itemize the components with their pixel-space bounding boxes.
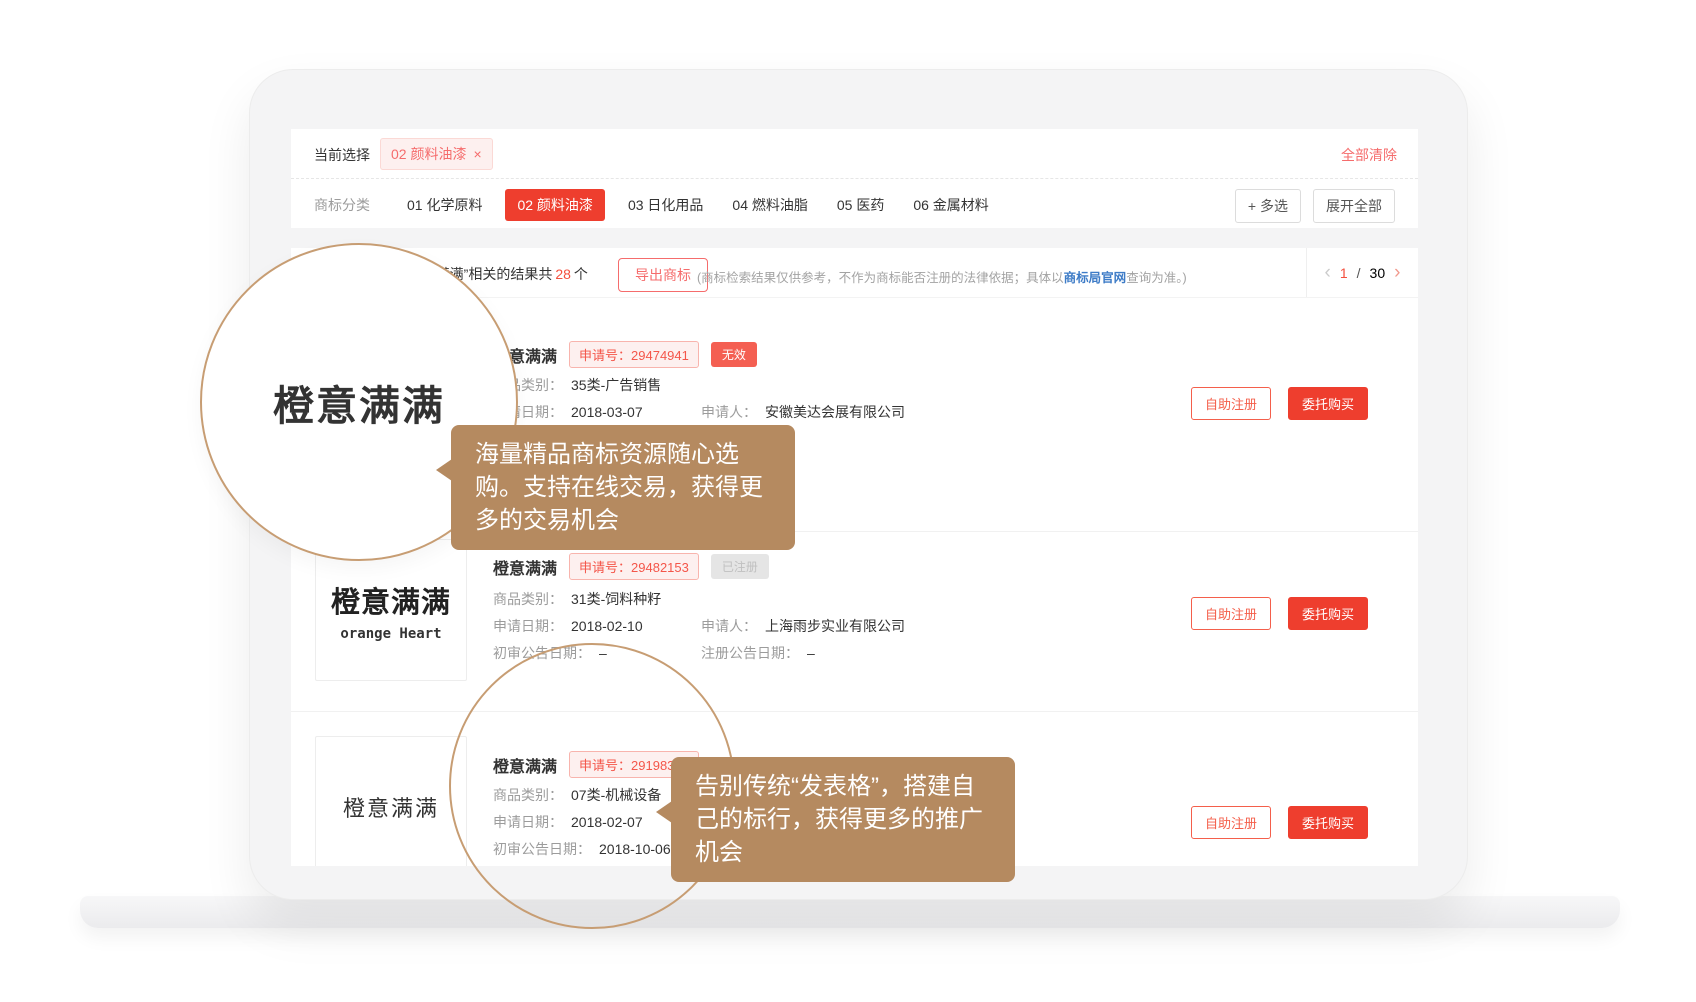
callout-arrow-icon <box>436 459 452 481</box>
logo-text: 橙意满满 <box>331 579 451 621</box>
disclaimer-suffix: 查询为准。) <box>1126 271 1186 285</box>
self-register-button[interactable]: 自助注册 <box>1191 387 1271 420</box>
export-button[interactable]: 导出商标 <box>618 258 708 292</box>
trademark-name: 橙意满满 <box>493 555 557 579</box>
field-value: 上海雨步实业有限公司 <box>765 618 905 634</box>
total-pages: 30 <box>1370 265 1386 281</box>
application-number-badge: 申请号：29474941 <box>569 341 699 368</box>
field-col2: 申请人： 上海雨步实业有限公司 <box>701 616 905 636</box>
status-badge: 无效 <box>711 342 757 367</box>
field-line: 商品类别： 31类-饲料种籽 <box>493 589 661 609</box>
field-label: 申请人： <box>701 404 757 420</box>
pagination: ‹ 1 / 30 › <box>1306 248 1418 297</box>
category-label: 商标分类 <box>314 195 370 215</box>
logo-subtext: orange Heart <box>340 626 441 642</box>
application-number-value: 29482153 <box>631 560 689 575</box>
row-actions: 自助注册 委托购买 <box>1191 387 1368 420</box>
category-row: 商标分类 01 化学原料 02 颜料油漆 03 日化用品 04 燃料油脂 05 … <box>291 178 1418 228</box>
application-number-label: 申请号： <box>579 348 631 363</box>
callout-arrow-icon <box>656 801 672 823</box>
field-value: 2018-03-07 <box>571 404 643 420</box>
disclaimer-prefix: (商标检索结果仅供参考，不作为商标能否注册的法律依据；具体以 <box>697 271 1064 285</box>
disclaimer: (商标检索结果仅供参考，不作为商标能否注册的法律依据；具体以商标局官网查询为准。… <box>697 267 1187 286</box>
application-number-value: 29474941 <box>631 348 689 363</box>
field-label: 注册公告日期： <box>701 645 799 661</box>
field-label: 申请日期： <box>493 618 563 634</box>
multi-select-button[interactable]: + 多选 <box>1235 189 1301 223</box>
trademark-title-line: 橙意满满 申请号：29482153 已注册 <box>493 553 769 580</box>
field-value: 安徽美达会展有限公司 <box>765 404 905 420</box>
callout-bubble-2: 告别传统“发表格”，搭建自己的标行，获得更多的推广机会 <box>671 757 1015 882</box>
tag-close-icon[interactable]: × <box>473 147 481 161</box>
result-count: 28 <box>555 266 571 282</box>
category-tools: + 多选 展开全部 <box>1235 189 1395 223</box>
selected-filter-tag-label: 02 颜料油漆 <box>391 144 466 164</box>
field-col2: 注册公告日期：– <box>701 643 815 663</box>
category-item-04[interactable]: 04 燃料油脂 <box>726 189 813 221</box>
entrust-buy-button[interactable]: 委托购买 <box>1288 597 1368 630</box>
field-value: 2018-02-10 <box>571 618 643 634</box>
current-selection-label: 当前选择 <box>314 145 370 165</box>
field-label: 申请人： <box>701 618 757 634</box>
status-badge: 已注册 <box>711 554 769 579</box>
lens-trademark-text: 橙意满满 <box>273 372 445 432</box>
trademark-logo: 橙意满满 orange Heart <box>315 539 467 681</box>
row-actions: 自助注册 委托购买 <box>1191 806 1368 839</box>
laptop-base <box>80 896 1620 928</box>
current-page: 1 <box>1340 265 1348 281</box>
next-page-icon[interactable]: › <box>1394 262 1400 284</box>
field-value: 31类-饲料种籽 <box>571 591 661 607</box>
expand-all-button[interactable]: 展开全部 <box>1313 189 1395 223</box>
callout-bubble-1: 海量精品商标资源随心选购。支持在线交易，获得更多的交易机会 <box>451 425 795 550</box>
trademark-row-2: 橙意满满 orange Heart 橙意满满 申请号：29482153 已注册 … <box>291 531 1418 712</box>
page-separator: / <box>1357 265 1361 281</box>
selected-filter-tag[interactable]: 02 颜料油漆 × <box>380 138 493 170</box>
entrust-buy-button[interactable]: 委托购买 <box>1288 806 1368 839</box>
field-label: 商品类别： <box>493 591 563 607</box>
summary-suffix: 个 <box>574 266 588 282</box>
category-item-05[interactable]: 05 医药 <box>831 189 890 221</box>
logo-text: 橙意满满 <box>343 791 439 823</box>
self-register-button[interactable]: 自助注册 <box>1191 806 1271 839</box>
category-list: 01 化学原料 02 颜料油漆 03 日化用品 04 燃料油脂 05 医药 06… <box>401 189 995 221</box>
entrust-buy-button[interactable]: 委托购买 <box>1288 387 1368 420</box>
row-actions: 自助注册 委托购买 <box>1191 597 1368 630</box>
callout-text: 海量精品商标资源随心选购。支持在线交易，获得更多的交易机会 <box>475 441 763 534</box>
category-item-01[interactable]: 01 化学原料 <box>401 189 488 221</box>
trademark-title-line: 橙意满满 申请号：29474941 无效 <box>493 341 757 368</box>
category-item-02[interactable]: 02 颜料油漆 <box>505 189 604 221</box>
current-selection-row: 当前选择 02 颜料油漆 × 全部清除 <box>291 129 1418 178</box>
callout-text: 告别传统“发表格”，搭建自己的标行，获得更多的推广机会 <box>695 773 983 866</box>
field-col2: 申请人： 安徽美达会展有限公司 <box>701 402 905 422</box>
application-number-label: 申请号： <box>579 560 631 575</box>
prev-page-icon[interactable]: ‹ <box>1325 262 1331 284</box>
field-value: – <box>807 645 815 661</box>
trademark-office-link[interactable]: 商标局官网 <box>1064 271 1127 285</box>
field-line: 商品类别：35类-广告销售 <box>493 375 661 395</box>
field-line: 申请日期：2018-02-10 申请人：上海雨步实业有限公司 <box>493 616 643 636</box>
clear-all-button[interactable]: 全部清除 <box>1341 145 1397 165</box>
category-item-06[interactable]: 06 金属材料 <box>907 189 994 221</box>
field-value: 35类-广告销售 <box>571 377 661 393</box>
application-number-badge: 申请号：29482153 <box>569 553 699 580</box>
self-register-button[interactable]: 自助注册 <box>1191 597 1271 630</box>
trademark-logo: 橙意满满 <box>315 736 467 866</box>
filter-panel: 当前选择 02 颜料油漆 × 全部清除 商标分类 01 化学原料 02 颜料油漆… <box>291 129 1418 228</box>
category-item-03[interactable]: 03 日化用品 <box>622 189 709 221</box>
